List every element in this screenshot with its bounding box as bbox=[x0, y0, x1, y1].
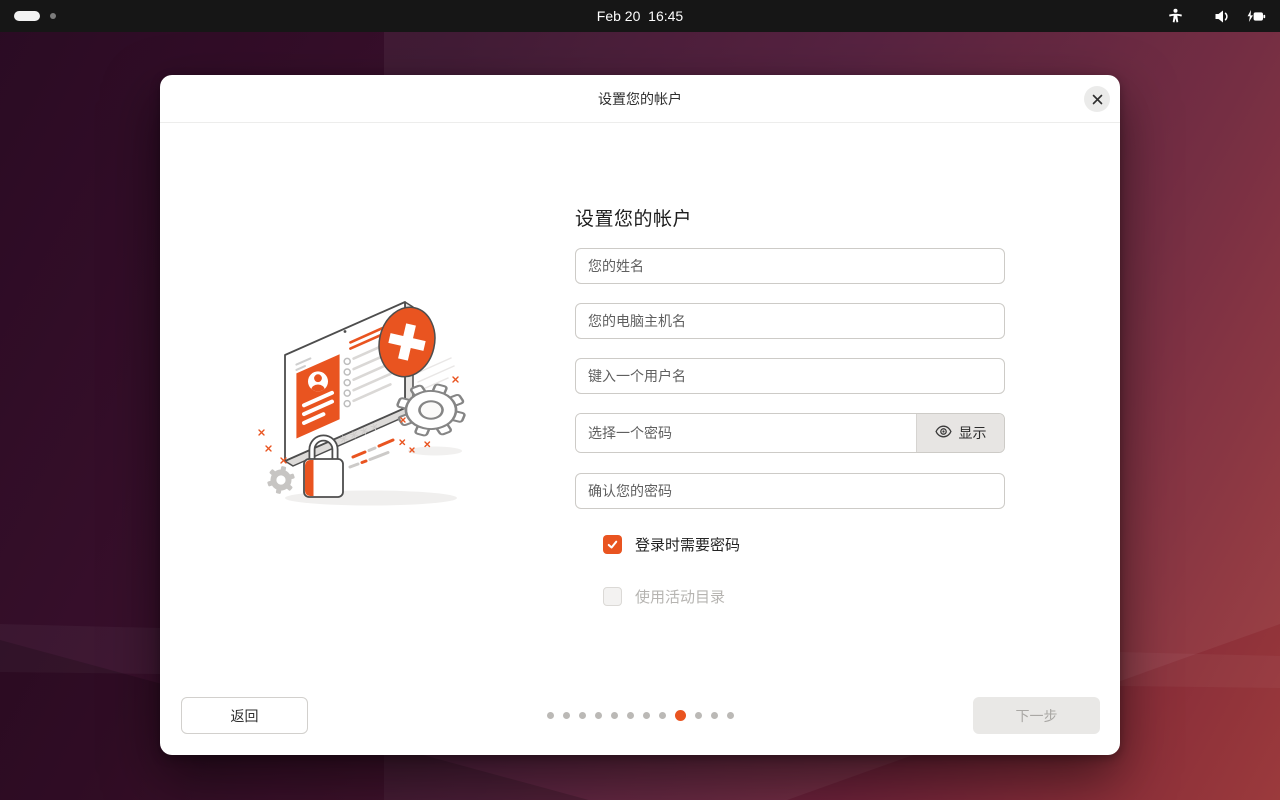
top-bar: Feb 20 16:45 bbox=[0, 0, 1280, 32]
account-illustration: **** bbox=[255, 290, 495, 520]
page-dot bbox=[658, 712, 666, 719]
show-password-label: 显示 bbox=[958, 425, 987, 441]
back-button[interactable]: 返回 bbox=[181, 697, 308, 734]
checkbox-unchecked bbox=[603, 587, 622, 606]
password-input[interactable] bbox=[576, 414, 916, 452]
workspace-indicator[interactable] bbox=[14, 11, 56, 21]
next-button[interactable]: 下一步 bbox=[973, 697, 1100, 734]
page-dot-active bbox=[674, 710, 686, 721]
volume-icon[interactable] bbox=[1214, 0, 1231, 32]
dialog-header: 设置您的帐户 bbox=[160, 75, 1120, 123]
password-field-group: 显示 bbox=[575, 413, 1005, 453]
clock[interactable]: Feb 20 16:45 bbox=[0, 0, 1280, 32]
hostname-input[interactable] bbox=[575, 303, 1005, 339]
workspace-dot[interactable] bbox=[50, 13, 56, 19]
page-dot bbox=[562, 712, 570, 719]
page-dot bbox=[578, 712, 586, 719]
require-password-checkbox-row[interactable]: 登录时需要密码 bbox=[603, 534, 740, 555]
accessibility-icon[interactable] bbox=[1167, 0, 1184, 32]
page-title: 设置您的帐户 bbox=[575, 209, 693, 230]
page-dot bbox=[610, 712, 618, 719]
confirm-password-input[interactable] bbox=[575, 473, 1005, 509]
checkbox-checked bbox=[603, 535, 622, 554]
system-tray[interactable] bbox=[1167, 0, 1266, 32]
dialog-title: 设置您的帐户 bbox=[598, 91, 682, 107]
close-icon bbox=[1092, 94, 1103, 105]
page-dot bbox=[726, 712, 734, 719]
require-password-label: 登录时需要密码 bbox=[635, 537, 741, 554]
active-directory-label: 使用活动目录 bbox=[635, 589, 726, 606]
page-dot bbox=[626, 712, 634, 719]
close-button[interactable] bbox=[1084, 86, 1110, 112]
workspace-pill-active[interactable] bbox=[14, 11, 40, 21]
small-gear-icon bbox=[267, 466, 295, 494]
initial-setup-dialog: 设置您的帐户 **** 设置您的帐户 您的姓名 您的电脑主机名 键入一个用户名 … bbox=[160, 75, 1120, 755]
page-dot bbox=[642, 712, 650, 719]
page-dot bbox=[594, 712, 602, 719]
page-dot bbox=[546, 712, 554, 719]
battery-charging-icon[interactable] bbox=[1245, 0, 1266, 32]
username-input[interactable] bbox=[575, 358, 1005, 394]
page-dots bbox=[490, 697, 790, 734]
eye-icon bbox=[934, 425, 952, 441]
page-dot bbox=[694, 712, 702, 719]
fullname-input[interactable] bbox=[575, 248, 1005, 284]
show-password-button[interactable]: 显示 bbox=[916, 414, 1004, 452]
page-dot bbox=[710, 712, 718, 719]
active-directory-checkbox-row: 使用活动目录 bbox=[603, 586, 725, 607]
